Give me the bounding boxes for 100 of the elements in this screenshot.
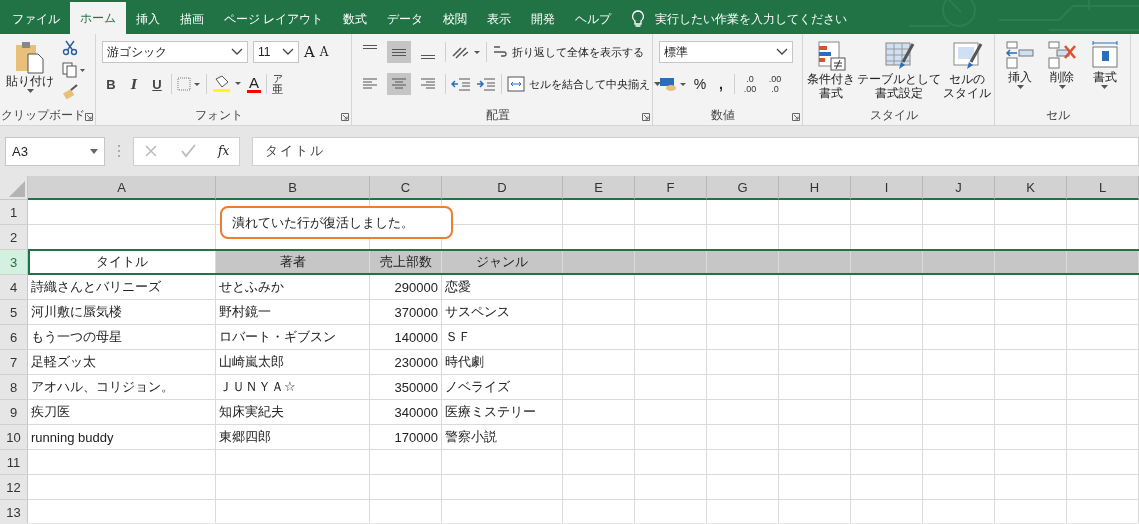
table-cell-text: 疾刀医 — [30, 403, 71, 421]
font-style-button[interactable]: I — [125, 76, 143, 92]
phonetic-button[interactable]: ア 亜 — [272, 74, 283, 94]
table-cell-text: ＳＦ — [444, 328, 472, 346]
column-header[interactable]: F — [635, 176, 707, 200]
caret-icon — [26, 89, 34, 93]
notification-toast: 潰れていた行が復活しました。 — [220, 206, 453, 239]
ribbon-tab[interactable]: ホーム — [70, 2, 126, 34]
launcher-icon[interactable] — [341, 113, 349, 121]
style-button[interactable]: テーブルとして 書式設定 — [856, 40, 941, 100]
more-icon — [117, 144, 121, 158]
ribbon-tab[interactable]: 描画 — [170, 4, 214, 34]
font-size-select[interactable]: 11 — [253, 41, 299, 63]
wrap-text-button[interactable]: 折り返して全体を表示する — [492, 44, 644, 60]
column-header[interactable]: A — [28, 176, 216, 200]
column-header[interactable]: D — [442, 176, 563, 200]
ribbon-tab[interactable]: 表示 — [477, 4, 522, 34]
scissors-icon[interactable] — [62, 40, 78, 56]
table-cell-text: 140000 — [393, 328, 439, 347]
table-cell-text: 230000 — [393, 353, 439, 372]
ribbon-tab[interactable]: データ — [377, 4, 434, 34]
row-header[interactable]: 3 — [0, 250, 28, 275]
vertical-align-button[interactable] — [387, 41, 411, 63]
grid-brush-icon — [882, 40, 915, 72]
table-cell-text: 340000 — [393, 403, 439, 422]
group-label: 配置 — [485, 106, 510, 124]
brush-icon[interactable] — [62, 84, 80, 100]
decimal-button[interactable]: .00 .0 — [765, 74, 785, 94]
formula-field[interactable]: タイトル — [252, 136, 1139, 166]
table-cell-text: 医療ミステリー — [444, 403, 537, 421]
column-header[interactable]: K — [995, 176, 1067, 200]
cell-button[interactable]: 挿入 — [1001, 40, 1040, 89]
launcher-icon[interactable] — [792, 113, 800, 121]
column-header[interactable]: G — [707, 176, 779, 200]
ribbon-tab[interactable]: ヘルプ — [565, 4, 622, 34]
grow-font-button[interactable]: A — [304, 43, 315, 61]
paste-button[interactable]: 貼り付け — [6, 40, 54, 93]
ribbon-tab[interactable]: 開発 — [521, 4, 566, 34]
table-cell-text: ロバート・ギブスン — [218, 328, 337, 346]
tell-me-field[interactable]: 実行したい作業を入力してください — [655, 10, 848, 28]
row-header[interactable]: 11 — [0, 450, 28, 475]
number-format-select[interactable]: 標準 — [659, 41, 793, 63]
row-header[interactable]: 2 — [0, 225, 28, 250]
table-cell-text: 恋愛 — [444, 278, 472, 296]
row-header[interactable]: 10 — [0, 425, 28, 450]
cell-size-icon — [1089, 40, 1120, 70]
table-cell: 著者 — [216, 250, 369, 274]
launcher-icon[interactable] — [85, 113, 93, 121]
row-header[interactable]: 8 — [0, 375, 28, 400]
decrease-indent-icon[interactable] — [451, 76, 471, 92]
table-cell-text: アオハル、コリジョン。 — [30, 378, 175, 396]
percent-button[interactable]: % — [692, 76, 708, 92]
table-cell-text: ノベライズ — [444, 378, 511, 396]
comma-button[interactable]: , — [713, 76, 729, 92]
column-header[interactable]: B — [216, 176, 370, 200]
column-header[interactable]: H — [779, 176, 851, 200]
table-cell-text: 詩織さんとバリニーズ — [30, 278, 162, 296]
launcher-icon[interactable] — [642, 113, 650, 121]
column-header[interactable]: I — [851, 176, 923, 200]
column-header[interactable]: L — [1067, 176, 1139, 200]
ribbon-tab[interactable]: ファイル — [2, 4, 70, 34]
style-button[interactable]: セルの スタイル — [942, 40, 991, 100]
ribbon-tab[interactable]: 数式 — [333, 4, 378, 34]
column-header[interactable]: C — [370, 176, 442, 200]
row-header[interactable]: 4 — [0, 275, 28, 300]
decimal-button[interactable]: .0 .00 — [740, 74, 760, 94]
ribbon-tab[interactable]: 挿入 — [126, 4, 170, 34]
check-icon[interactable] — [180, 144, 196, 158]
font-name-select[interactable]: 游ゴシック — [102, 41, 248, 63]
font-color-button[interactable]: A — [247, 75, 261, 93]
shrink-font-button[interactable]: A — [319, 45, 329, 59]
insert-cells-icon — [1005, 40, 1036, 70]
row-header[interactable]: 6 — [0, 325, 28, 350]
row-header[interactable]: 7 — [0, 350, 28, 375]
font-style-button[interactable]: U — [148, 76, 166, 92]
column-header[interactable]: J — [923, 176, 995, 200]
font-style-button[interactable]: B — [102, 76, 120, 92]
group-label: セル — [1046, 106, 1070, 124]
merge-center-button[interactable]: セルを結合して中央揃え — [507, 76, 661, 92]
insert-function-button[interactable]: fx — [218, 144, 230, 158]
paint-bucket-icon[interactable] — [212, 75, 242, 93]
ribbon-tab[interactable]: ページ レイアウト — [214, 4, 334, 34]
orientation-icon[interactable] — [451, 44, 481, 60]
copy-icon[interactable] — [62, 62, 86, 78]
row-header[interactable]: 12 — [0, 475, 28, 500]
money-icon[interactable] — [659, 76, 687, 92]
name-box[interactable]: A3 — [5, 136, 105, 166]
table-cell-text: 東郷四郎 — [218, 428, 272, 446]
row-header[interactable]: 13 — [0, 500, 28, 523]
column-header[interactable]: E — [563, 176, 635, 200]
increase-indent-icon[interactable] — [476, 76, 496, 92]
cell-button[interactable]: 書式 — [1085, 40, 1124, 89]
caret-icon — [1101, 85, 1109, 89]
ribbon-tab[interactable]: 校閲 — [433, 4, 478, 34]
style-button[interactable]: 条件付き 書式 — [806, 40, 855, 100]
cell-button[interactable]: 削除 — [1043, 40, 1082, 89]
row-header[interactable]: 9 — [0, 400, 28, 425]
row-header[interactable]: 1 — [0, 200, 28, 225]
row-header[interactable]: 5 — [0, 300, 28, 325]
merge-icon — [507, 76, 525, 92]
